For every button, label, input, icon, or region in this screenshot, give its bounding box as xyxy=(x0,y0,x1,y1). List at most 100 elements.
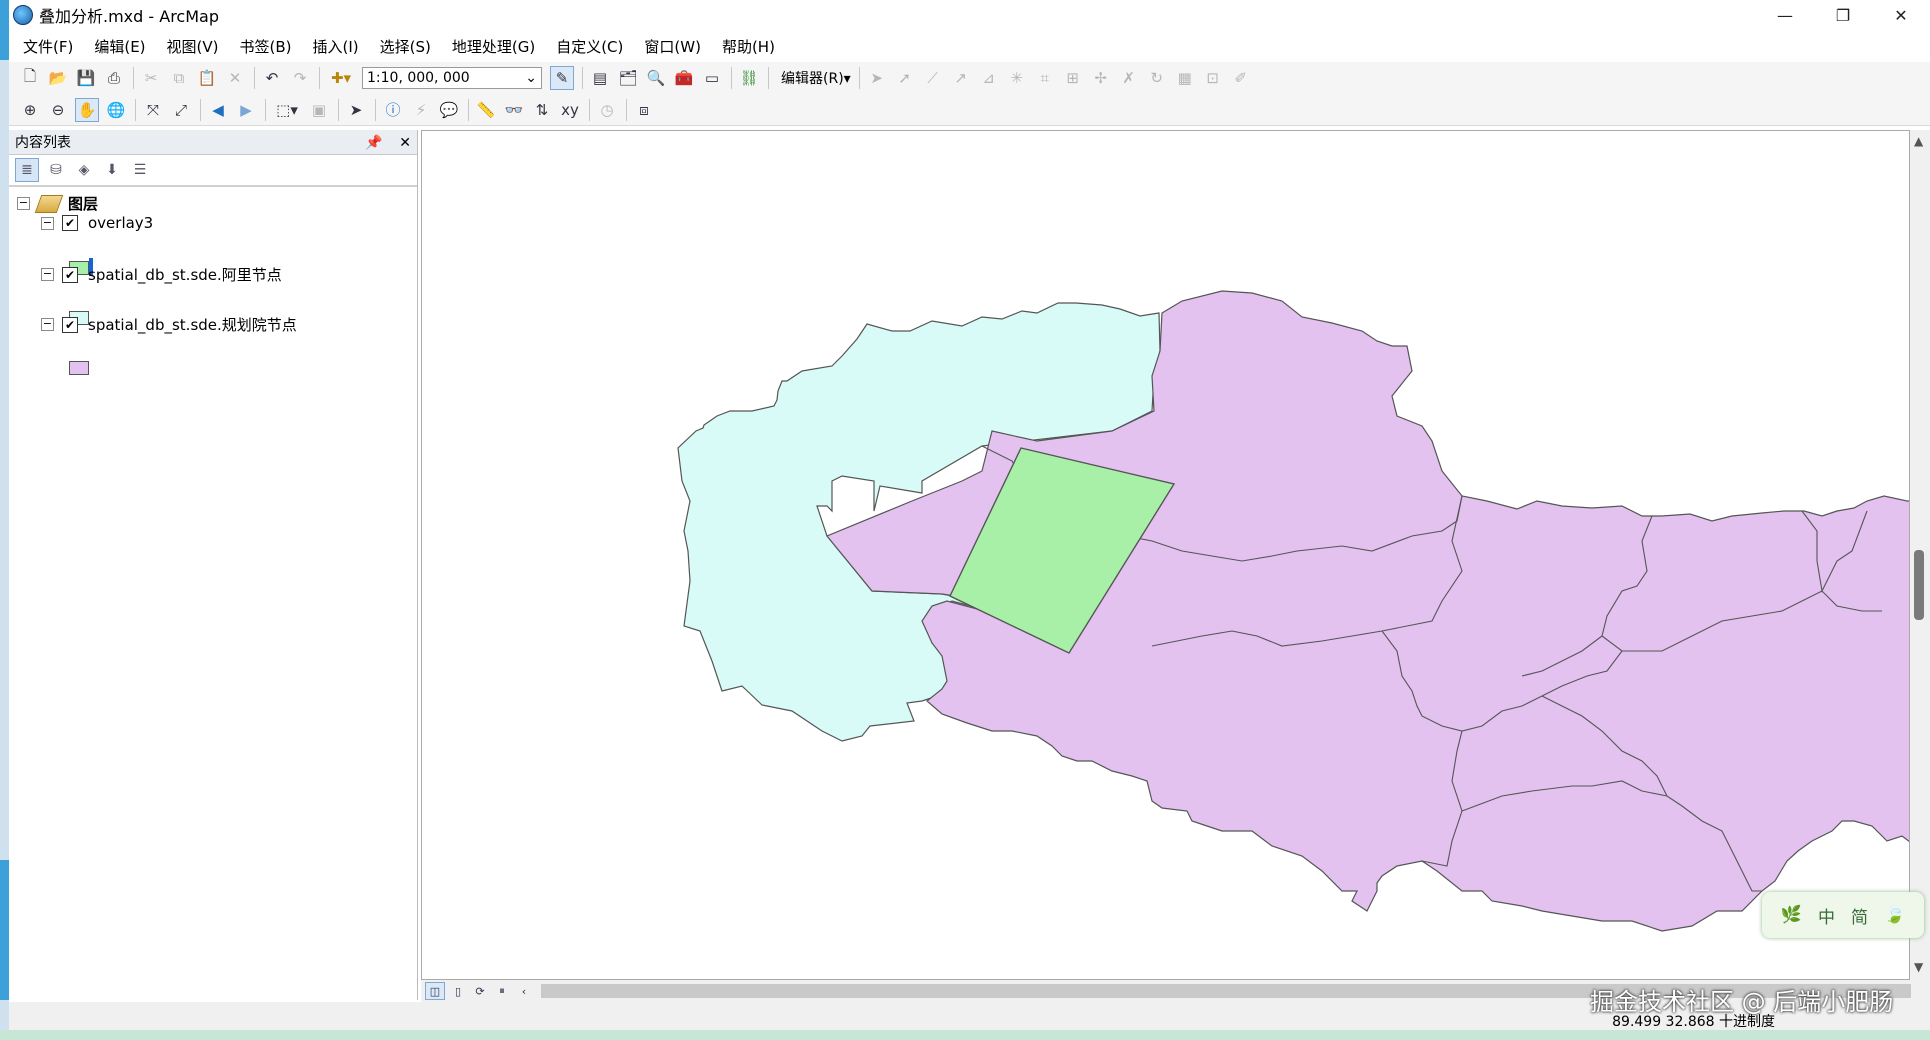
refresh-icon[interactable]: ⟳ xyxy=(471,983,489,999)
save-icon[interactable]: 💾 xyxy=(75,67,97,89)
fixed-zoom-in-icon[interactable]: ⤧ xyxy=(142,99,164,121)
layer-visibility-checkbox[interactable]: ✔ xyxy=(62,266,78,283)
map-data-view[interactable] xyxy=(421,130,1930,980)
paste-icon[interactable]: 📋 xyxy=(196,67,218,89)
identify-icon[interactable]: ⓘ xyxy=(382,99,404,121)
menu-edit[interactable]: 编辑(E) xyxy=(94,36,145,57)
select-features-icon[interactable]: ⬚▾ xyxy=(272,99,302,121)
layout-view-icon[interactable]: ▯ xyxy=(449,983,467,999)
data-view-icon[interactable]: ◫ xyxy=(425,982,445,1000)
menu-file[interactable]: 文件(F) xyxy=(23,36,73,57)
undo-icon[interactable]: ↶ xyxy=(261,67,283,89)
rotate-icon[interactable]: ↻ xyxy=(1146,67,1168,89)
scroll-down-icon[interactable]: ▼ xyxy=(1914,960,1923,974)
pin-icon[interactable]: 📌 xyxy=(365,135,382,151)
edit-vertices-icon[interactable]: ⌗ xyxy=(1034,67,1056,89)
ime-toolbar[interactable]: 🌿 中 简 🍃 xyxy=(1762,892,1924,938)
layer-item-ali-node[interactable]: − ✔ spatial_db_st.sde.阿里节点 xyxy=(41,264,282,285)
clear-selection-icon[interactable]: ▣ xyxy=(308,99,330,121)
collapse-toggle[interactable]: − xyxy=(41,318,54,331)
create-viewer-window-icon[interactable]: ⧈ xyxy=(633,99,655,121)
layer-symbol-swatch[interactable] xyxy=(69,361,89,375)
close-icon[interactable]: ✕ xyxy=(399,135,411,151)
ime-mode-simplified[interactable]: 简 xyxy=(1851,903,1868,928)
collapse-toggle[interactable]: − xyxy=(17,197,30,210)
menu-geoprocessing[interactable]: 地理处理(G) xyxy=(452,36,535,57)
pause-drawing-icon[interactable]: ⏸ xyxy=(493,983,511,999)
list-by-drawing-order-icon[interactable]: ≣ xyxy=(15,158,39,182)
html-popup-icon[interactable]: 💬 xyxy=(438,99,460,121)
pan-hand-icon[interactable]: ✋ xyxy=(75,97,99,122)
edit-annotation-icon[interactable]: ➚ xyxy=(894,67,916,89)
layer-item-planning-node[interactable]: − ✔ spatial_db_st.sde.规划院节点 xyxy=(41,314,297,335)
list-by-source-icon[interactable]: ⛁ xyxy=(45,159,67,181)
list-by-selection-icon[interactable]: ⬇ xyxy=(101,159,123,181)
straight-segment-icon[interactable]: ⟋ xyxy=(922,67,944,89)
copy-icon[interactable]: ⧉ xyxy=(168,67,190,89)
layer-visibility-checkbox[interactable]: ✔ xyxy=(62,316,78,333)
menu-insert[interactable]: 插入(I) xyxy=(313,36,359,57)
go-to-xy-icon[interactable]: xy xyxy=(559,99,581,121)
hyperlink-icon[interactable]: ⚡ xyxy=(410,99,432,121)
cut-polygon-icon[interactable]: ✢ xyxy=(1090,67,1112,89)
select-elements-arrow-icon[interactable]: ➤ xyxy=(345,99,367,121)
menu-bookmarks[interactable]: 书签(B) xyxy=(240,36,292,57)
go-back-arrow-icon[interactable]: ◀ xyxy=(207,99,229,121)
modelbuilder-icon[interactable]: ⛓ xyxy=(738,67,760,89)
attributes-icon[interactable]: ▦ xyxy=(1174,67,1196,89)
layers-root[interactable]: − 图层 xyxy=(17,193,98,214)
ime-mode-chinese[interactable]: 中 xyxy=(1818,903,1835,928)
reshape-icon[interactable]: ⊞ xyxy=(1062,67,1084,89)
catalog-window-icon[interactable]: 🗂 xyxy=(617,67,639,89)
layer-item-overlay3[interactable]: − ✔ overlay3 xyxy=(41,214,153,232)
minimize-button[interactable]: — xyxy=(1756,0,1814,30)
scroll-up-icon[interactable]: ▲ xyxy=(1914,134,1923,148)
search-window-icon[interactable]: 🔍 xyxy=(645,67,667,89)
redo-icon[interactable]: ↷ xyxy=(289,67,311,89)
split-icon[interactable]: ✗ xyxy=(1118,67,1140,89)
create-features-icon[interactable]: ✐ xyxy=(1230,67,1252,89)
map-scale-combobox[interactable]: 1:10, 000, 000 ⌄ xyxy=(362,67,542,89)
menu-selection[interactable]: 选择(S) xyxy=(380,36,431,57)
menu-customize[interactable]: 自定义(C) xyxy=(556,36,623,57)
options-icon[interactable]: ☰ xyxy=(129,159,151,181)
menu-view[interactable]: 视图(V) xyxy=(167,36,219,57)
find-route-icon[interactable]: ⇅ xyxy=(531,99,553,121)
layer-visibility-checkbox[interactable]: ✔ xyxy=(62,215,78,231)
toc-window-icon[interactable]: ▤ xyxy=(589,67,611,89)
arctoolbox-icon[interactable]: 🧰 xyxy=(673,67,695,89)
zoom-in-icon[interactable]: ⊕ xyxy=(19,99,41,121)
add-data-icon[interactable]: ✚▾ xyxy=(326,67,356,89)
python-window-icon[interactable]: ▭ xyxy=(701,67,723,89)
new-document-icon[interactable]: 🗋 xyxy=(19,67,41,89)
trace-icon[interactable]: ↗ xyxy=(950,67,972,89)
open-folder-icon[interactable]: 📂 xyxy=(47,67,69,89)
close-button[interactable]: ✕ xyxy=(1872,0,1930,30)
delete-icon[interactable]: ✕ xyxy=(224,67,246,89)
split-tool-icon[interactable]: ✳ xyxy=(1006,67,1028,89)
go-forward-arrow-icon[interactable]: ▶ xyxy=(235,99,257,121)
fixed-zoom-out-icon[interactable]: ⤢ xyxy=(170,99,192,121)
time-slider-icon[interactable]: ◷ xyxy=(596,99,618,121)
list-by-visibility-icon[interactable]: ◈ xyxy=(73,159,95,181)
zoom-out-icon[interactable]: ⊖ xyxy=(47,99,69,121)
window-controls: — ❐ ✕ xyxy=(1756,0,1930,30)
point-icon[interactable]: ⊿ xyxy=(978,67,1000,89)
collapse-toggle[interactable]: − xyxy=(41,216,54,230)
full-extent-globe-icon[interactable]: 🌐 xyxy=(105,99,127,121)
collapse-toggle[interactable]: − xyxy=(41,268,54,281)
scrollbar-thumb[interactable] xyxy=(1914,550,1924,620)
editor-toolbar-toggle-icon[interactable]: ✎ xyxy=(550,66,574,90)
vertical-scrollbar[interactable]: ▲ ▼ xyxy=(1910,130,1930,980)
sketch-properties-icon[interactable]: ⊡ xyxy=(1202,67,1224,89)
scroll-left-icon[interactable]: ‹ xyxy=(515,983,533,999)
menu-windows[interactable]: 窗口(W) xyxy=(644,36,701,57)
edit-tool-icon[interactable]: ➤ xyxy=(866,67,888,89)
print-icon[interactable]: ⎙ xyxy=(103,67,125,89)
measure-icon[interactable]: 📏 xyxy=(475,99,497,121)
cut-icon[interactable]: ✂ xyxy=(140,67,162,89)
find-binoculars-icon[interactable]: 👓 xyxy=(503,99,525,121)
editor-menu-button[interactable]: 编辑器(R)▾ xyxy=(781,68,851,88)
restore-button[interactable]: ❐ xyxy=(1814,0,1872,30)
menu-help[interactable]: 帮助(H) xyxy=(722,36,775,57)
